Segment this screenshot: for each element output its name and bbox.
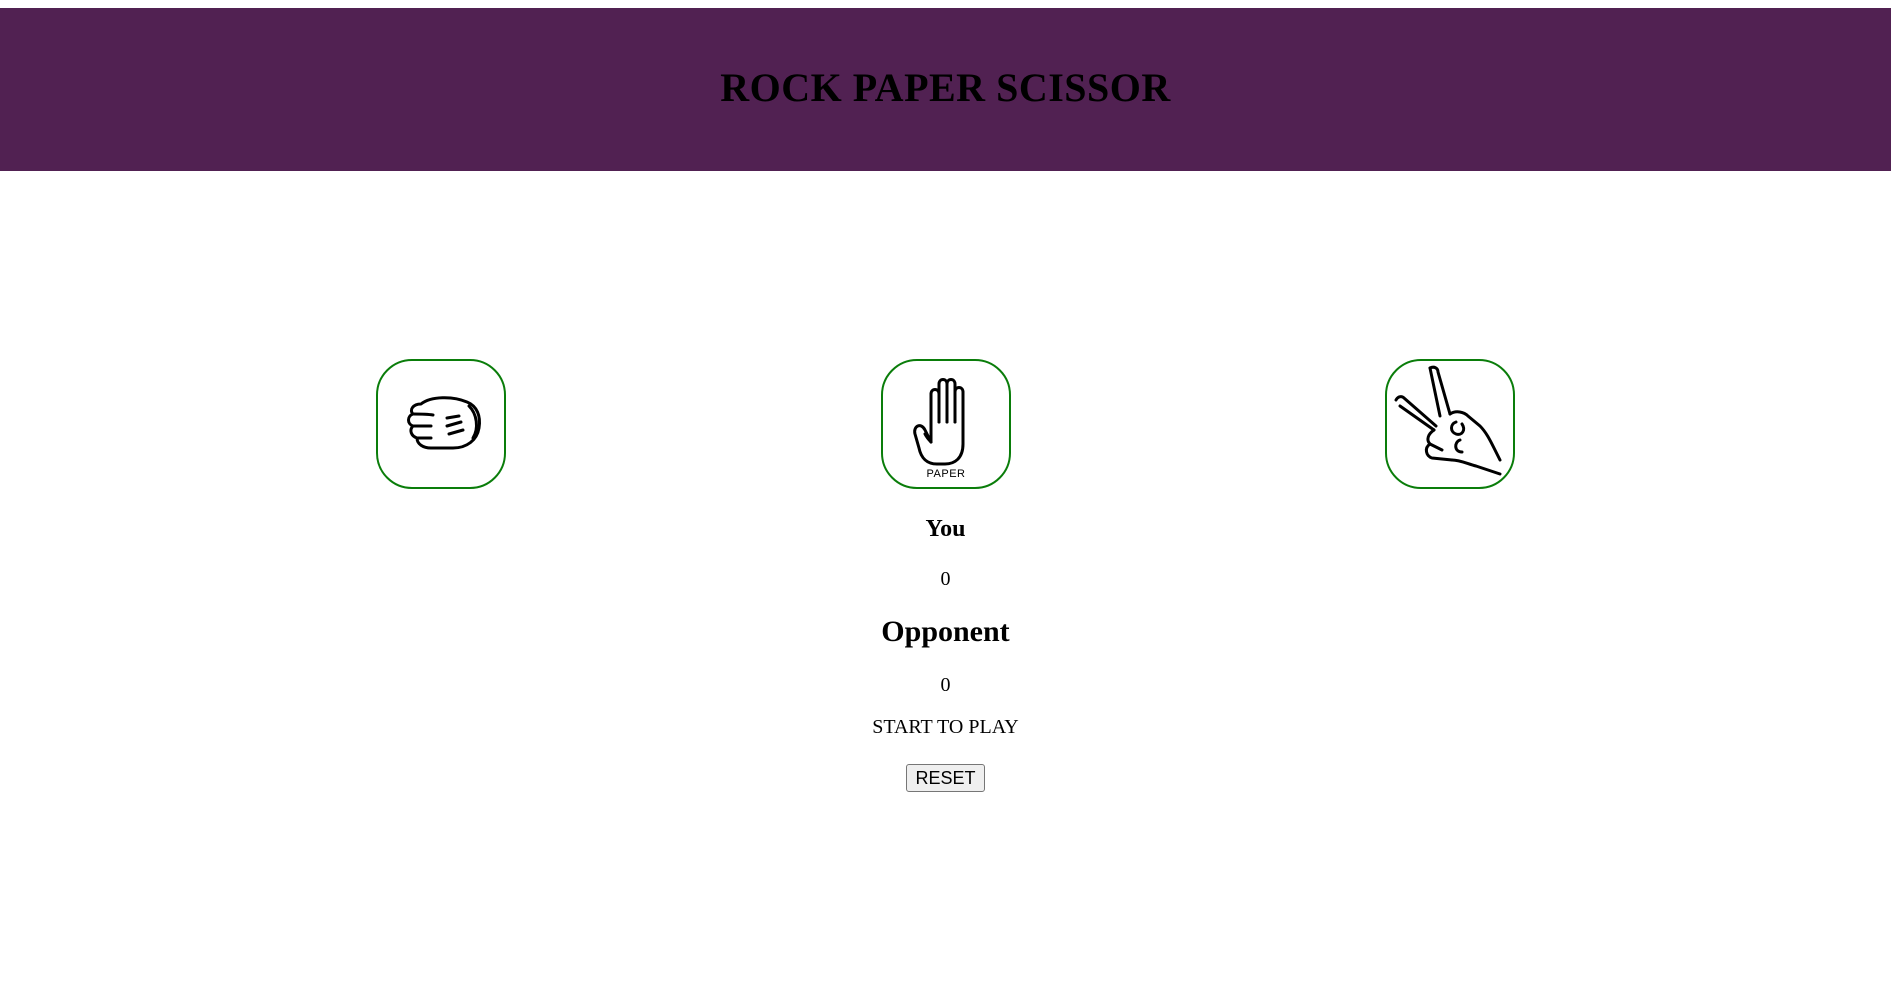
reset-container: RESET [0, 764, 1891, 792]
paper-icon-label: PAPER [926, 468, 966, 480]
status-message: START TO PLAY [872, 716, 1019, 738]
you-label: You [925, 516, 966, 542]
you-score: 0 [940, 568, 951, 590]
scissors-choice-button[interactable] [1385, 359, 1515, 489]
rock-fist-icon [391, 374, 491, 474]
page-title: ROCK PAPER SCISSOR [720, 65, 1171, 110]
opponent-score: 0 [940, 674, 951, 696]
choice-row: PAPER [0, 359, 1891, 489]
rock-choice-button[interactable] [376, 359, 506, 489]
paper-hand-icon: PAPER [891, 364, 1001, 484]
header-bar: ROCK PAPER SCISSOR [0, 8, 1891, 171]
opponent-label: Opponent [881, 615, 1010, 648]
scissors-hand-icon [1390, 364, 1510, 484]
reset-button[interactable]: RESET [906, 764, 985, 792]
paper-choice-button[interactable]: PAPER [881, 359, 1011, 489]
